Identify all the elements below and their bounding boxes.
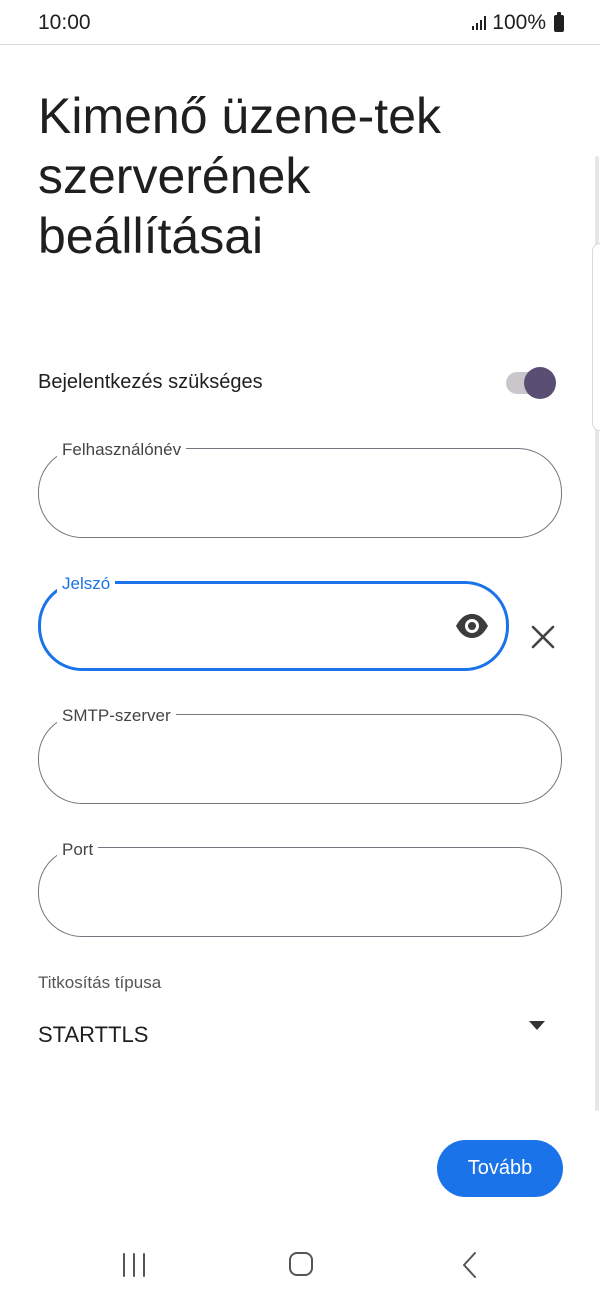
encryption-label: Titkosítás típusa (38, 973, 162, 992)
password-field[interactable] (38, 581, 509, 671)
battery-icon (554, 11, 564, 32)
page-title: Kimenő üzene-tek szerverének beállításai (38, 88, 442, 264)
port-label: Port (57, 840, 99, 860)
port-field[interactable] (38, 847, 562, 937)
password-label: Jelszó (57, 574, 116, 594)
status-bar: 10:00 100% (0, 0, 600, 45)
toggle-thumb[interactable] (524, 367, 556, 399)
next-button[interactable]: Tovább (437, 1140, 563, 1197)
login-required-label: Bejelentkezés szükséges (38, 371, 263, 393)
smtp-server-field[interactable] (38, 714, 562, 804)
encryption-select[interactable]: STARTTLS (38, 1022, 148, 1048)
recents-icon[interactable] (120, 1252, 148, 1278)
back-icon[interactable] (460, 1251, 478, 1279)
username-field[interactable] (38, 448, 562, 538)
eye-icon[interactable] (454, 612, 490, 640)
battery-percentage: 100% (492, 11, 546, 34)
screen: 10:00 100% Kimenő üzene-tek szerverének … (0, 0, 600, 1300)
smtp-server-label: SMTP-szerver (57, 706, 176, 726)
status-indicators: 100% (472, 11, 564, 35)
status-time: 10:00 (38, 11, 91, 34)
dropdown-arrow-icon[interactable] (529, 1021, 545, 1030)
close-icon[interactable] (530, 624, 556, 650)
username-label: Felhasználónév (57, 440, 187, 460)
home-icon[interactable] (288, 1251, 314, 1277)
scrollbar-handle[interactable] (592, 243, 600, 431)
signal-icon (472, 16, 487, 30)
